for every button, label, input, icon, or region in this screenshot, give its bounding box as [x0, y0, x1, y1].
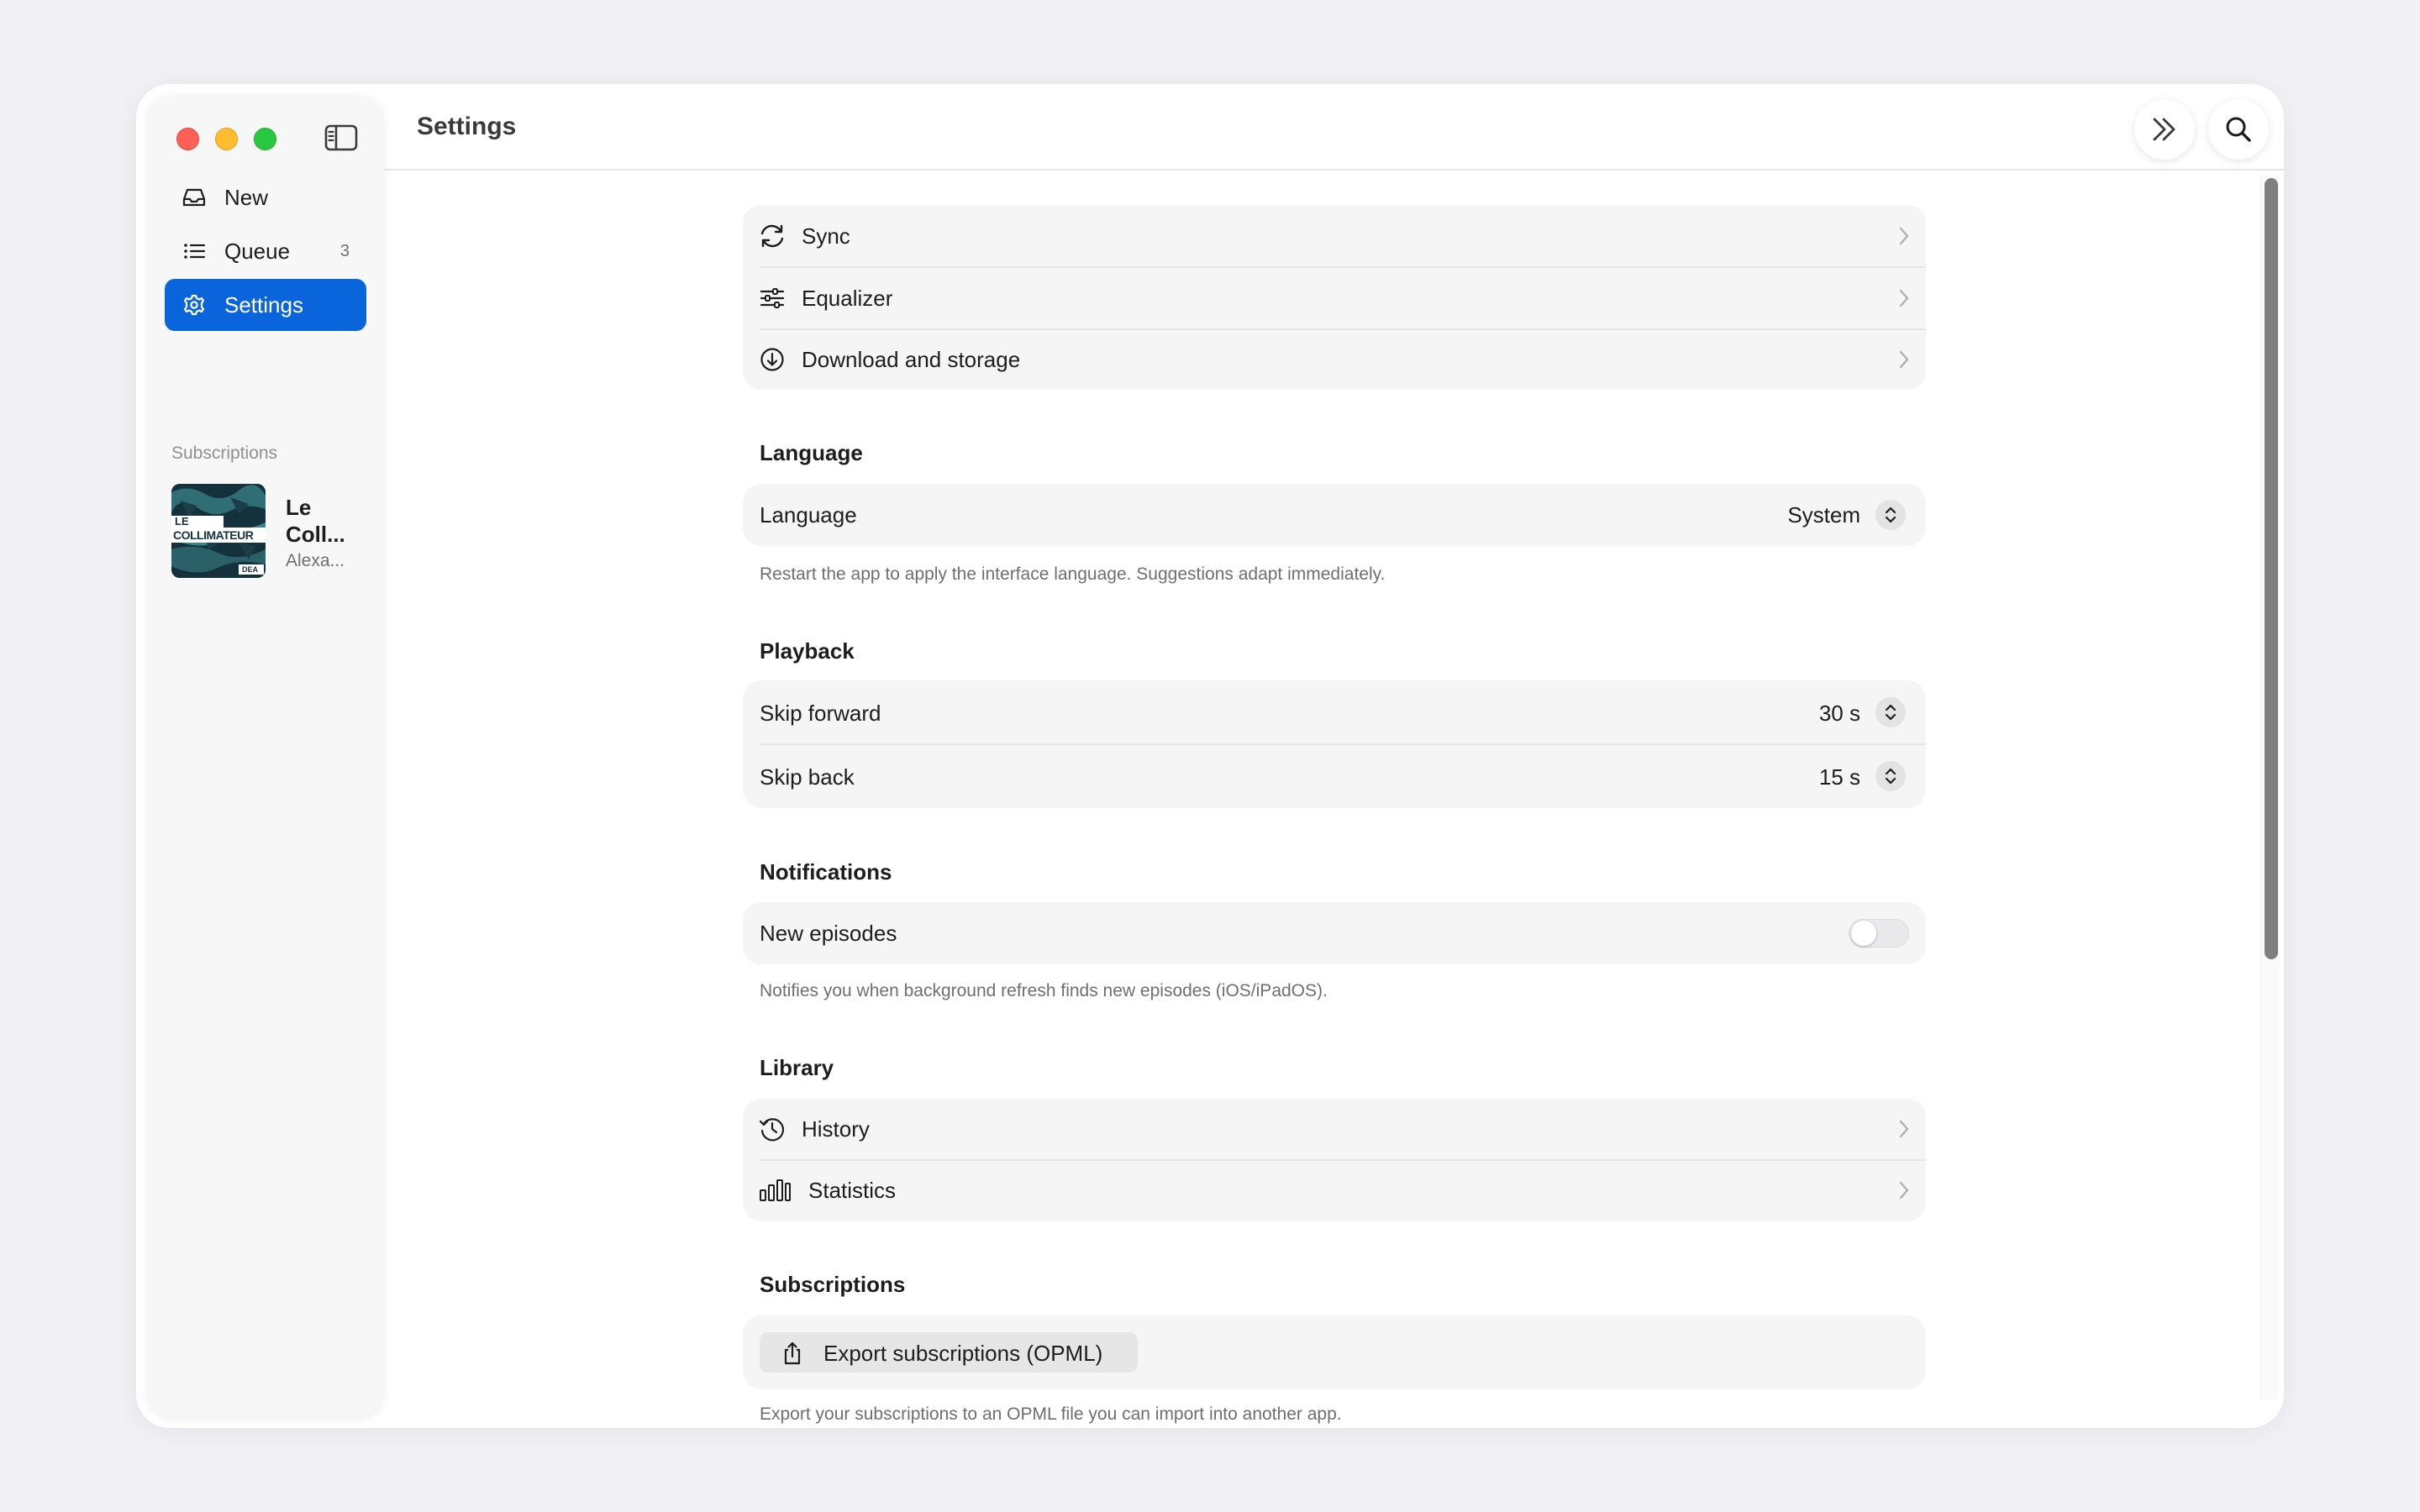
library-heading: Library [760, 1055, 834, 1080]
language-heading: Language [760, 440, 863, 465]
sidebar-item-label: New [224, 185, 269, 210]
chevron-right-icon [1899, 1181, 1909, 1200]
search-icon [2226, 117, 2251, 142]
playback-card: Skip forward 30 s Skip back 15 s [743, 680, 1926, 808]
minimize-window-button[interactable] [215, 128, 238, 150]
subscriptions-heading: Subscriptions [760, 1272, 906, 1297]
row-label: Skip back [760, 764, 855, 790]
search-button[interactable] [2208, 99, 2269, 160]
close-window-button[interactable] [176, 128, 199, 150]
header-divider [383, 169, 2284, 171]
notifications-card: New episodes [743, 902, 1926, 964]
chevron-right-icon [1899, 227, 1909, 245]
skip-forward-value: 30 s [1818, 701, 1860, 726]
notifications-footnote: Notifies you when background refresh fin… [760, 981, 1328, 1000]
subscription-title: Le Coll... [286, 495, 345, 547]
chevron-up-down-icon [1885, 704, 1897, 721]
export-subscriptions-button[interactable]: Export subscriptions (OPML) [760, 1332, 1138, 1373]
row-label: Equalizer [802, 286, 893, 311]
sidebar-item-label: Queue [224, 239, 291, 264]
subscriptions-card: Export subscriptions (OPML) [743, 1315, 1926, 1389]
download-storage-row[interactable]: Download and storage [743, 329, 1926, 390]
sidebar: New Queue 3 Settings Subscriptions LE CO… [148, 96, 383, 1416]
sidebar-icon [324, 124, 358, 151]
artwork-text-main: COLLIMATEUR [173, 528, 254, 542]
skip-back-picker-button[interactable] [1876, 761, 1906, 791]
subscriptions-footnote: Export your subscriptions to an OPML fil… [760, 1404, 1342, 1424]
row-label: Skip forward [760, 701, 881, 726]
language-picker-button[interactable] [1876, 500, 1906, 530]
app-window: New Queue 3 Settings Subscriptions LE CO… [136, 84, 2284, 1428]
inbox-icon [182, 188, 206, 207]
chevron-up-down-icon [1885, 768, 1897, 785]
list-icon [184, 244, 206, 259]
bar-chart-icon [760, 1179, 791, 1201]
subscription-item[interactable]: LE COLLIMATEUR DEA Le Coll... Alexa... [171, 484, 366, 580]
general-settings-card: Sync Equalizer Download and storage [743, 205, 1926, 390]
podcast-artwork: LE COLLIMATEUR DEA [171, 484, 266, 578]
sync-icon [760, 224, 784, 248]
row-label: Language [760, 502, 857, 528]
toggle-knob [1851, 921, 1876, 946]
statistics-row[interactable]: Statistics [743, 1160, 1926, 1221]
language-footnote: Restart the app to apply the interface l… [760, 564, 1386, 584]
row-label: Statistics [808, 1178, 897, 1203]
sidebar-toggle-button[interactable] [324, 124, 358, 151]
row-label: New episodes [760, 921, 897, 946]
skip-forward-picker-button[interactable] [1876, 697, 1906, 727]
new-episodes-toggle[interactable] [1849, 919, 1909, 948]
new-episodes-row: New episodes [743, 902, 1926, 964]
skip-back-value: 15 s [1818, 764, 1860, 790]
gear-icon [183, 294, 205, 316]
page-title: Settings [417, 113, 517, 140]
chevrons-right-icon [2153, 118, 2175, 141]
sidebar-item-label: Settings [224, 292, 303, 318]
equalizer-row[interactable]: Equalizer [743, 267, 1926, 329]
sidebar-item-new[interactable]: New [165, 171, 366, 223]
sliders-icon [760, 288, 785, 308]
library-card: History Statistics [743, 1099, 1926, 1221]
artwork-badge: DEA [242, 565, 259, 574]
playback-heading: Playback [760, 638, 855, 664]
chevron-right-icon [1899, 1120, 1909, 1138]
export-button-label: Export subscriptions (OPML) [823, 1341, 1103, 1366]
sync-row[interactable]: Sync [743, 205, 1926, 267]
row-label: Sync [802, 223, 850, 249]
skip-back-row[interactable]: Skip back 15 s [743, 744, 1926, 808]
notifications-heading: Notifications [760, 859, 892, 885]
row-label: Download and storage [802, 347, 1021, 372]
chevron-up-down-icon [1885, 507, 1897, 523]
download-icon [760, 348, 784, 371]
subscription-author: Alexa... [286, 551, 345, 570]
sidebar-item-queue[interactable]: Queue 3 [165, 225, 366, 277]
chevron-right-icon [1899, 289, 1909, 307]
language-card: Language System [743, 484, 1926, 546]
zoom-window-button[interactable] [254, 128, 276, 150]
language-value: System [1787, 502, 1860, 528]
language-picker-row[interactable]: Language System [743, 484, 1926, 546]
artwork-text-top: LE [175, 515, 189, 528]
sidebar-item-settings[interactable]: Settings [165, 279, 366, 331]
row-label: History [802, 1116, 870, 1142]
skip-forward-row[interactable]: Skip forward 30 s [743, 680, 1926, 744]
history-icon [759, 1118, 785, 1142]
chevron-right-icon [1899, 350, 1909, 369]
skip-forward-button[interactable] [2134, 99, 2195, 160]
subscriptions-section-label: Subscriptions [171, 444, 278, 463]
scrollbar-thumb[interactable] [2265, 178, 2278, 959]
queue-count-badge: 3 [339, 242, 350, 260]
history-row[interactable]: History [743, 1099, 1926, 1160]
share-icon [784, 1341, 801, 1365]
